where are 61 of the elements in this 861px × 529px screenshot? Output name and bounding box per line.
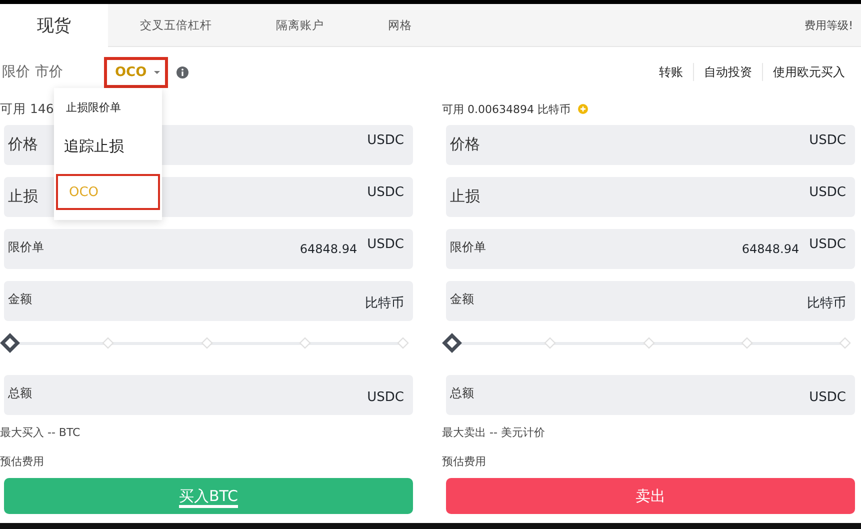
field-label: 限价单	[450, 239, 486, 256]
input-field[interactable]: 总额 USDC	[4, 375, 413, 415]
slider-stop-icon[interactable]	[544, 337, 556, 349]
field-unit: 比特币	[807, 295, 846, 312]
available-balance: 可用 146	[0, 100, 54, 118]
field-label: 止损	[8, 187, 38, 206]
tab[interactable]: 网格	[356, 4, 444, 46]
field-label: 金额	[450, 291, 474, 308]
available-balance: 可用 0.00634894 比特币	[442, 102, 570, 116]
tab[interactable]: 现货	[0, 4, 108, 46]
dropdown-option[interactable]: 止损限价单	[54, 92, 162, 122]
slider-stop-icon[interactable]	[839, 337, 851, 349]
slider-stop-icon[interactable]	[298, 337, 311, 349]
fee-level-link[interactable]: 费用等级!	[804, 18, 853, 32]
header-link[interactable]: 自动投资	[694, 64, 762, 80]
max-amount-text: 最大买入 -- BTC	[0, 424, 82, 440]
input-field[interactable]: 限价单 64848.94 USDC	[4, 229, 413, 269]
field-label: 总额	[450, 385, 474, 402]
input-field[interactable]: 总额 USDC	[446, 375, 855, 415]
caret-icon	[152, 70, 161, 74]
field-unit: USDC	[367, 185, 404, 200]
field-unit: USDC	[809, 390, 846, 404]
input-field[interactable]: 价格 USDC	[446, 125, 855, 165]
max-amount-text: 最大卖出 -- 美元计价	[442, 424, 546, 440]
field-unit: USDC	[367, 133, 404, 148]
plus-circle-icon[interactable]	[578, 104, 588, 114]
header-link[interactable]: 使用欧元买入	[763, 64, 855, 80]
slider-stop-icon[interactable]	[200, 337, 212, 349]
tab[interactable]: 隔离账户	[244, 4, 356, 46]
field-value: 64848.94	[742, 242, 800, 256]
estimated-fee-label: 预估费用	[442, 454, 487, 470]
order-type-tab[interactable]: 限价	[2, 63, 30, 81]
slider-stop-icon[interactable]	[642, 337, 654, 349]
field-unit: 比特币	[365, 295, 404, 312]
estimated-fee-label: 预估费用	[0, 454, 45, 470]
field-label: 价格	[450, 135, 480, 154]
field-label: 限价单	[8, 239, 44, 256]
field-label: 总额	[8, 385, 32, 402]
input-field[interactable]: 止损 USDC	[446, 177, 855, 217]
field-unit: USDC	[809, 185, 846, 200]
tab[interactable]: 交叉五倍杠杆	[108, 4, 244, 46]
field-unit: USDC	[367, 390, 404, 404]
field-label: 金额	[8, 291, 32, 308]
field-value: 64848.94	[300, 242, 358, 256]
header-link[interactable]: 转账	[649, 64, 693, 80]
field-unit: USDC	[809, 237, 846, 252]
input-field[interactable]: 金额 比特币	[4, 281, 413, 321]
slider-stop-icon[interactable]	[102, 337, 114, 349]
slider-thumb[interactable]	[442, 333, 462, 353]
field-unit: USDC	[367, 237, 404, 252]
field-label: 价格	[8, 135, 38, 154]
slider-stop-icon[interactable]	[397, 337, 409, 349]
slider-thumb[interactable]	[0, 333, 20, 353]
order-type-tab[interactable]: 市价	[35, 63, 63, 81]
slider-stop-icon[interactable]	[740, 337, 753, 349]
input-field[interactable]: 金额 比特币	[446, 281, 855, 321]
field-label: 止损	[450, 187, 480, 206]
input-field[interactable]: 限价单 64848.94 USDC	[446, 229, 855, 269]
field-unit: USDC	[809, 133, 846, 148]
submit-button[interactable]: 卖出	[446, 478, 855, 514]
info-icon[interactable]	[176, 66, 189, 78]
